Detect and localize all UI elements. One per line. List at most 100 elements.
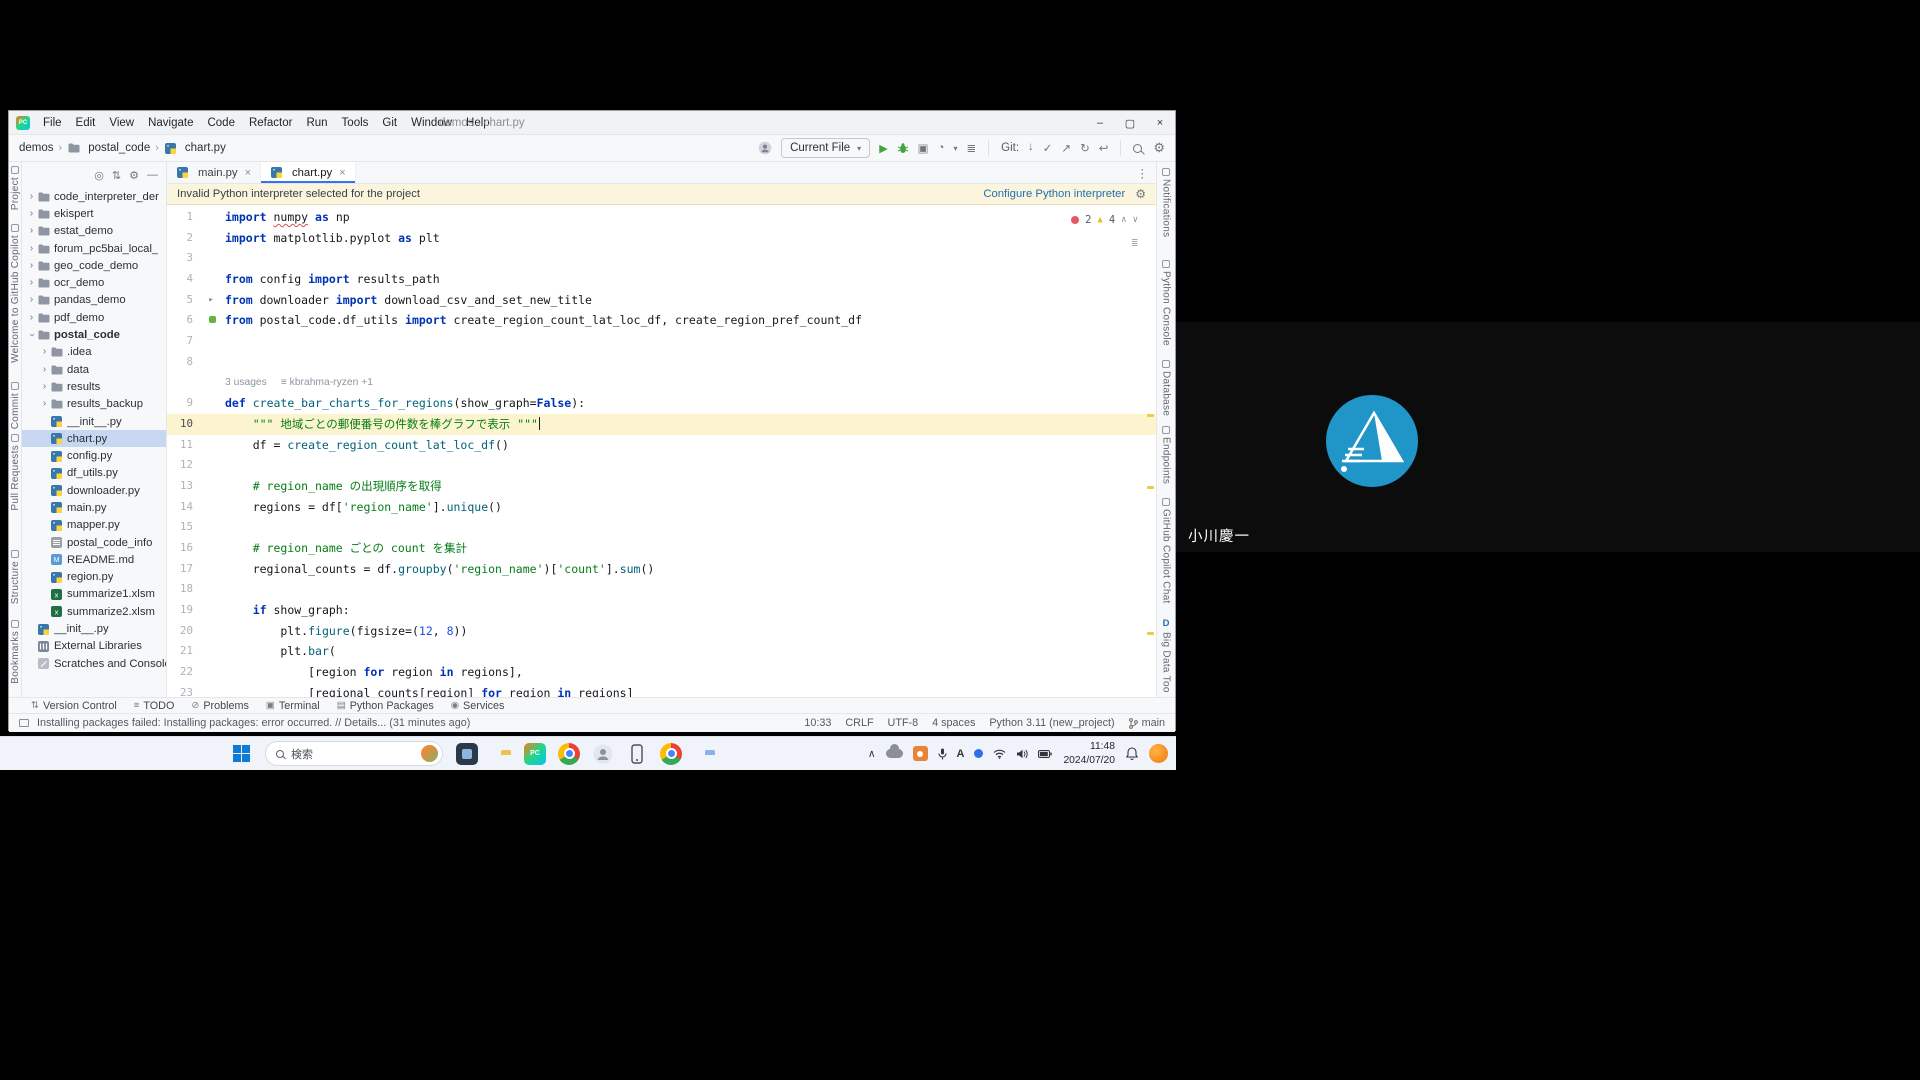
more-tabs-icon[interactable]: ⋮ xyxy=(1129,162,1157,183)
code-line-8[interactable]: 8 xyxy=(167,352,1156,373)
menu-item-code[interactable]: Code xyxy=(200,117,242,129)
menu-item-run[interactable]: Run xyxy=(299,117,334,129)
code-line-4[interactable]: 4from config import results_path xyxy=(167,269,1156,290)
toolwindow-todo[interactable]: ≡TODO xyxy=(134,700,175,712)
code-line-6[interactable]: 6from postal_code.df_utils import create… xyxy=(167,310,1156,331)
run-configuration-select[interactable]: Current File ▾ xyxy=(781,138,870,158)
code-line-16[interactable]: 16 # region_name ごとの count を集計 xyxy=(167,538,1156,559)
tree-item-mapper-py[interactable]: mapper.py xyxy=(22,517,166,534)
tool-button-github-copilot-chat[interactable]: GitHub Copilot Chat xyxy=(1157,498,1175,604)
breadcrumb-demos[interactable]: demos xyxy=(19,142,54,154)
tool-button-bookmarks[interactable]: Bookmarks xyxy=(9,620,21,684)
banner-settings-icon[interactable]: ⚙ xyxy=(1135,187,1146,201)
tab-chart-py[interactable]: chart.py× xyxy=(261,162,356,183)
taskbar-phone[interactable] xyxy=(620,737,654,771)
menu-item-edit[interactable]: Edit xyxy=(69,117,103,129)
taskbar-assistant[interactable] xyxy=(586,737,620,771)
start-button[interactable] xyxy=(224,737,258,771)
tool-button-welcome-to-github-copilot[interactable]: Welcome to GitHub Copilot xyxy=(9,224,21,363)
wifi-icon[interactable] xyxy=(988,737,1011,771)
title-bar[interactable]: PC FileEditViewNavigateCodeRefactorRunTo… xyxy=(9,111,1175,135)
git-history-icon[interactable]: ↻ xyxy=(1080,141,1090,155)
toolwindow-version-control[interactable]: ⇅Version Control xyxy=(31,700,117,712)
tree-item-main-py[interactable]: main.py xyxy=(22,499,166,516)
status-utf-8[interactable]: UTF-8 xyxy=(888,717,919,729)
tree-item-summarize2-xlsm[interactable]: xsummarize2.xlsm xyxy=(22,603,166,620)
status-message[interactable]: Installing packages failed: Installing p… xyxy=(37,717,470,729)
code-line-11[interactable]: 11 df = create_region_count_lat_loc_df() xyxy=(167,435,1156,456)
code-line-20[interactable]: 20 plt.figure(figsize=(12, 8)) xyxy=(167,621,1156,642)
taskbar-widgets-dark[interactable] xyxy=(450,737,484,771)
search-everywhere-icon[interactable] xyxy=(1133,144,1142,153)
tool-button-structure[interactable]: Structure xyxy=(9,550,21,604)
tree-item-scratches-and-consoles[interactable]: Scratches and Consoles xyxy=(22,655,166,672)
tree-item-pandas-demo[interactable]: ›pandas_demo xyxy=(22,292,166,309)
tool-button-python-console[interactable]: Python Console xyxy=(1157,260,1175,346)
code-line-18[interactable]: 18 xyxy=(167,579,1156,600)
usages-hint[interactable]: 3 usages xyxy=(225,377,267,388)
mic-icon[interactable] xyxy=(933,737,952,771)
more-run-actions-icon[interactable]: ▾ xyxy=(953,144,957,153)
next-problem-icon[interactable]: ∨ xyxy=(1133,210,1138,231)
notification-bell-icon[interactable] xyxy=(1121,737,1143,771)
toolwindow-services[interactable]: ◉Services xyxy=(451,700,505,712)
status-crlf[interactable]: CRLF xyxy=(845,717,873,729)
code-line-10[interactable]: 10 """ 地域ごとの郵便番号の件数を棒グラフで表示 """ xyxy=(167,414,1156,435)
status-dot-icon[interactable] xyxy=(969,737,988,771)
code-line-15[interactable]: 15 xyxy=(167,517,1156,538)
tree-item-chart-py[interactable]: chart.py xyxy=(22,430,166,447)
code-line-21[interactable]: 21 plt.bar( xyxy=(167,641,1156,662)
status-main[interactable]: main xyxy=(1129,717,1165,729)
hide-panel-icon[interactable]: — xyxy=(147,169,158,181)
tree-item-results-backup[interactable]: ›results_backup xyxy=(22,396,166,413)
breadcrumb-chart-py[interactable]: chart.py xyxy=(164,142,226,154)
code-line-5[interactable]: 5▸from downloader import download_csv_an… xyxy=(167,290,1156,311)
locate-file-icon[interactable]: ◎ xyxy=(94,169,104,182)
tool-button-notifications[interactable]: Notifications xyxy=(1157,168,1175,237)
volume-icon[interactable] xyxy=(1011,737,1033,771)
close-icon[interactable]: × xyxy=(245,167,251,179)
taskbar-clock[interactable]: 11:48 2024/07/20 xyxy=(1063,740,1115,767)
menu-item-view[interactable]: View xyxy=(102,117,141,129)
tree-item-downloader-py[interactable]: downloader.py xyxy=(22,482,166,499)
status-4-spaces[interactable]: 4 spaces xyxy=(932,717,975,729)
tree-item-ekispert[interactable]: ›ekispert xyxy=(22,205,166,222)
tree-item-idea[interactable]: ›.idea xyxy=(22,344,166,361)
status-python-3-11-new-project[interactable]: Python 3.11 (new_project) xyxy=(989,717,1114,729)
hidden-icons-chevron[interactable]: ∧ xyxy=(863,737,881,771)
tool-button-commit[interactable]: Commit xyxy=(9,382,21,429)
menu-item-tools[interactable]: Tools xyxy=(335,117,376,129)
tree-item-init-py[interactable]: __init__.py xyxy=(22,620,166,637)
taskbar-chrome2[interactable] xyxy=(654,737,688,771)
code-line-7[interactable]: 7 xyxy=(167,331,1156,352)
close-icon[interactable]: × xyxy=(339,167,345,179)
run-button[interactable]: ▶ xyxy=(879,142,887,155)
taskbar-explorer[interactable] xyxy=(484,737,518,771)
tree-item-readme-md[interactable]: MREADME.md xyxy=(22,551,166,568)
tool-button-endpoints[interactable]: Endpoints xyxy=(1157,426,1175,484)
menu-item-refactor[interactable]: Refactor xyxy=(242,117,299,129)
code-line-12[interactable]: 12 xyxy=(167,455,1156,476)
profiler-icon[interactable]: ▣ xyxy=(918,141,929,155)
menu-item-file[interactable]: File xyxy=(36,117,69,129)
toolwindow-toggle-icon[interactable] xyxy=(19,719,29,727)
tree-item-df-utils-py[interactable]: df_utils.py xyxy=(22,465,166,482)
taskbar-search[interactable]: 検索 xyxy=(265,741,443,766)
more-actions-icon[interactable]: ≣ xyxy=(967,141,977,155)
tool-button-big-data-too[interactable]: DBig Data Too xyxy=(1157,618,1175,693)
tree-item-results[interactable]: ›results xyxy=(22,378,166,395)
menu-item-git[interactable]: Git xyxy=(375,117,404,129)
toolwindow-problems[interactable]: ⊘Problems xyxy=(191,700,249,712)
coverage-icon[interactable]: ◔ xyxy=(938,142,945,154)
editor-menu-icon[interactable]: ≣ xyxy=(1131,233,1138,254)
git-push-icon[interactable]: ↗ xyxy=(1061,141,1071,155)
inspections-widget[interactable]: 2 ▲ 4 ∧ ∨ xyxy=(1071,210,1138,231)
settings-gear-icon[interactable]: ⚙ xyxy=(1153,140,1165,156)
tree-item-data[interactable]: ›data xyxy=(22,361,166,378)
code-editor[interactable]: 1import numpy as np2import matplotlib.py… xyxy=(167,205,1156,697)
code-line-13[interactable]: 13 # region_name の出現順序を取得 xyxy=(167,476,1156,497)
git-rollback-icon[interactable]: ↩ xyxy=(1099,141,1109,155)
tree-item-estat-demo[interactable]: ›estat_demo xyxy=(22,223,166,240)
search-highlight-image[interactable] xyxy=(421,745,438,762)
toolwindow-python-packages[interactable]: ▤Python Packages xyxy=(337,700,434,712)
